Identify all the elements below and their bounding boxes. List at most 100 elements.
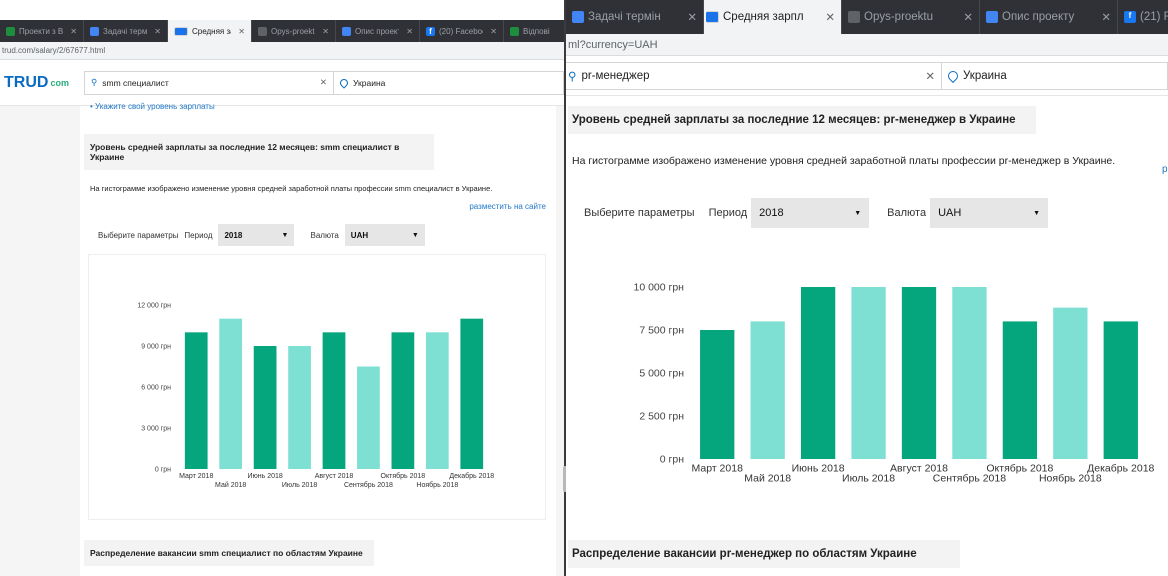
currency-select[interactable]: UAH ▼ [930,198,1049,228]
doc-favicon-icon [572,11,584,23]
clear-icon[interactable]: ✕ [320,77,327,88]
tab-label: Задачі термін [103,26,148,36]
chevron-down-icon: ▼ [411,231,419,239]
chart-description: На гистограмме изображено изменение уров… [572,155,1116,167]
close-icon[interactable]: ✕ [687,10,697,24]
period-value: 2018 [224,230,243,240]
tab-label: Опис проекту [355,26,399,36]
tab-label: (21) Face [1140,11,1168,23]
tab[interactable]: Опис проекту ✕ [336,20,420,42]
tab[interactable]: f(21) Face✕ [1118,0,1168,34]
x-tick-label: Март 2018 [179,473,213,480]
tab[interactable]: f (20) Facebook ✕ [420,20,504,42]
currency-label: Валюта [310,230,339,240]
period-value: 2018 [759,207,784,219]
site-header: ⚲ pr-менеджер ✕ Украина [566,56,1168,96]
location-value: Украина [353,77,386,88]
period-label: Период [708,207,748,219]
close-icon[interactable]: ✕ [1101,10,1111,24]
clear-icon[interactable]: ✕ [925,69,935,83]
main-content: Уровень средней зарплаты за последние 12… [566,96,1168,576]
bar [750,321,785,459]
salary-link[interactable]: • Укажите свой уровень зарплаты [90,102,215,111]
search-input[interactable]: ⚲ pr-менеджер ✕ [566,61,942,90]
doc-favicon-icon [258,26,267,36]
address-bar[interactable]: ml?currency=UAH [566,34,1168,56]
close-icon[interactable]: ✕ [154,27,161,36]
x-tick-label: Октябрь 2018 [381,472,426,480]
tab[interactable]: Opys-proektu ✕ [842,0,980,34]
bar [800,287,836,459]
tab[interactable]: Задачі термін ✕ [566,0,704,34]
chart-heading: Уровень средней зарплаты за последние 12… [84,134,434,170]
close-icon[interactable]: ✕ [490,27,497,36]
currency-label: Валюта [887,207,927,219]
bar [952,287,987,459]
period-select[interactable]: 2018 ▼ [751,198,870,228]
bar [460,318,484,469]
section2-heading: Распределение вакансии pr-менеджер по об… [568,540,960,568]
trud-logo[interactable]: TRUD com [4,74,84,92]
bar [1002,321,1038,459]
location-pin-icon [945,68,961,83]
close-icon[interactable]: ✕ [963,10,973,24]
tab-label: Средняя зарпл [192,26,231,36]
y-tick-label: 2 500 грн [639,411,684,423]
search-favicon-icon [174,26,188,36]
doc-favicon-icon [848,11,860,23]
section2-heading: Распределение вакансии smm специалист по… [84,540,374,566]
chart-container: 0 грн 3 000 грн 6 000 грн 9 000 грн 12 000 г… [88,254,546,520]
logo-sup: com [50,77,69,88]
right-gutter [556,106,564,576]
doc-favicon-icon [986,11,998,23]
bar [288,346,311,469]
period-select[interactable]: 2018 ▼ [218,224,295,246]
tab[interactable]: Opys-proektu ✕ [252,20,336,42]
tab-strip: Задачі термін ✕ Средняя зарпл ✕ Opys-proektu… [566,0,1168,34]
x-tick-label: Июль 2018 [842,473,895,485]
bar [322,332,346,469]
x-tick-label: Декабрь 2018 [1087,463,1154,475]
close-icon[interactable]: ✕ [406,27,413,36]
tab-label: Проекти з ВЕ [19,26,64,36]
currency-value: UAH [938,207,962,219]
y-tick-label: 0 грн [155,466,171,473]
bar [1053,307,1088,459]
bar [357,366,380,469]
search-icon: ⚲ [568,70,577,83]
embed-link-fragment[interactable]: р [1162,164,1168,175]
left-browser-window: Проекти з ВЕ✕Задачі термін✕Средняя зарпл… [0,0,564,576]
tab[interactable]: Проекти з ВЕ ✕ [0,20,84,42]
location-input[interactable]: Украина [942,61,1168,90]
search-input[interactable]: ⚲ smm специалист ✕ [84,70,334,95]
site-header: TRUD com ⚲ smm специалист ✕ Украина [0,60,564,106]
tab-active[interactable]: Средняя зарпл ✕ [704,0,842,34]
tab-active[interactable]: Средняя зарпл ✕ [168,20,252,42]
chevron-down-icon: ▼ [1033,209,1041,217]
tab-label: Опис проекту [1002,11,1075,23]
tab[interactable]: Задачі термін ✕ [84,20,168,42]
params-label: Выберите параметры [98,230,179,240]
y-tick-label: 5 000 грн [639,368,684,380]
address-bar[interactable]: trud.com/salary/2/67677.html [0,42,564,60]
y-tick-label: 10 000 грн [633,282,684,294]
bar [184,332,208,469]
left-gutter [0,106,80,576]
params-label: Выберите параметры [584,207,695,219]
tab[interactable]: Опис проекту ✕ [980,0,1118,34]
x-tick-label: Июнь 2018 [247,473,282,480]
search-value: pr-менеджер [581,69,650,82]
close-icon[interactable]: ✕ [825,10,835,24]
close-icon[interactable]: ✕ [238,27,245,36]
bar [901,287,937,459]
close-icon[interactable]: ✕ [322,27,329,36]
location-input[interactable]: Украина [334,70,564,95]
embed-link[interactable]: разместить на сайте [469,202,546,211]
tab[interactable]: Відповi✕ [504,20,564,42]
right-browser-window: Задачі термін ✕ Средняя зарпл ✕ Opys-proektu… [566,0,1168,576]
location-value: Украина [963,69,1007,82]
period-label: Период [184,230,213,240]
close-icon[interactable]: ✕ [70,27,77,36]
currency-select[interactable]: UAH ▼ [344,224,425,246]
salary-chart: 0 грн 3 000 грн 6 000 грн 9 000 грн 12 000 г… [137,302,494,489]
